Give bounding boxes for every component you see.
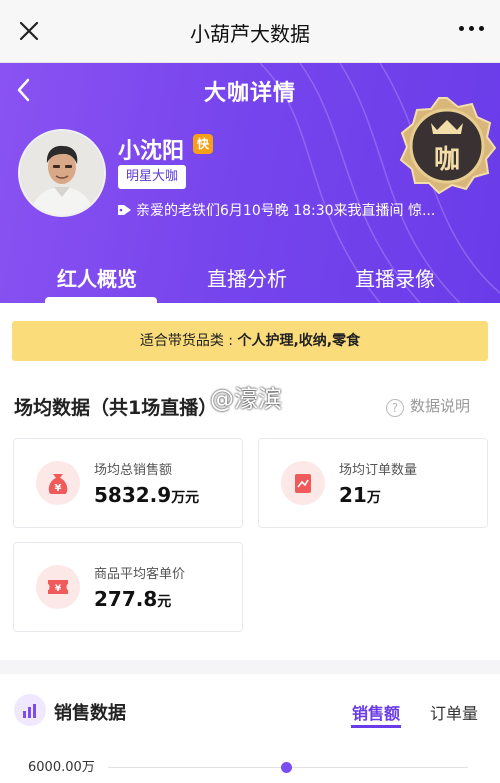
stat-card-sales: ¥ 场均总销售额 5832.9万元	[13, 438, 243, 528]
chart-data-point[interactable]	[281, 762, 292, 773]
data-explanation-link[interactable]: ? 数据说明	[385, 395, 470, 417]
order-chart-icon	[281, 461, 325, 505]
vip-medal-icon: 咖	[399, 97, 497, 195]
stat-card-avg-price: ¥ 商品平均客单价 277.8元	[13, 542, 243, 632]
category-banner: 适合带货品类 : 个人护理,收纳,零食	[12, 321, 488, 361]
y-axis-tick: 6000.00万	[28, 760, 95, 775]
money-bag-icon: ¥	[36, 461, 80, 505]
stat-label: 场均订单数量	[339, 463, 418, 478]
category-label: 适合带货品类 :	[139, 333, 238, 349]
stat-value: 277.8元	[94, 587, 172, 611]
ticket-icon: ¥	[36, 565, 80, 609]
streamer-name: 小沈阳	[118, 139, 185, 164]
stat-value: 5832.9万元	[94, 483, 200, 507]
medal-text: 咖	[434, 145, 460, 175]
stat-value: 21万	[339, 483, 381, 507]
stat-card-orders: 场均订单数量 21万	[258, 438, 488, 528]
tab-live-analysis[interactable]: 直播分析	[207, 263, 287, 292]
avatar	[18, 129, 106, 217]
more-options-icon[interactable]	[459, 26, 484, 31]
tab-live-recordings[interactable]: 直播录像	[355, 263, 435, 292]
app-title: 小葫芦大数据	[190, 22, 310, 46]
question-icon: ?	[385, 399, 404, 417]
watermark: @濠滨	[210, 385, 282, 413]
app-topbar: 小葫芦大数据	[0, 0, 500, 63]
profile-header: 大咖详情 小沈阳 快 明星大咖 亲爱的老铁们6月10号晚 18:30来我直播间 …	[0, 63, 500, 303]
tab-sales-amount[interactable]: 销售额	[352, 700, 400, 724]
stat-label: 商品平均客单价	[94, 567, 186, 582]
notice-text: 亲爱的老铁们6月10号晚 18:30来我直播间 惊...	[136, 203, 436, 219]
sales-tab-indicator	[351, 725, 401, 728]
tab-overview[interactable]: 红人概览	[57, 263, 137, 292]
tab-order-count[interactable]: 订单量	[430, 700, 478, 724]
bar-chart-icon	[14, 694, 46, 726]
section-title: 场均数据（共1场直播）	[14, 397, 218, 419]
platform-badge-icon: 快	[193, 134, 213, 154]
category-value: 个人护理,收纳,零食	[237, 333, 361, 349]
help-label: 数据说明	[409, 397, 470, 415]
profile-tabs: 红人概览 直播分析 直播录像	[0, 255, 500, 303]
svg-text:¥: ¥	[55, 483, 62, 494]
sales-data-card: 销售数据 销售额 订单量 6000.00万	[0, 674, 500, 783]
live-notice: 亲爱的老铁们6月10号晚 18:30来我直播间 惊...	[118, 200, 468, 220]
sales-title: 销售数据	[54, 703, 126, 724]
stat-label: 场均总销售额	[94, 463, 173, 478]
svg-text:¥: ¥	[55, 584, 62, 594]
overview-card: 适合带货品类 : 个人护理,收纳,零食 场均数据（共1场直播） @濠滨 ? 数据说…	[0, 303, 500, 660]
tag-icon	[118, 205, 131, 215]
streamer-tag: 明星大咖	[118, 165, 187, 189]
